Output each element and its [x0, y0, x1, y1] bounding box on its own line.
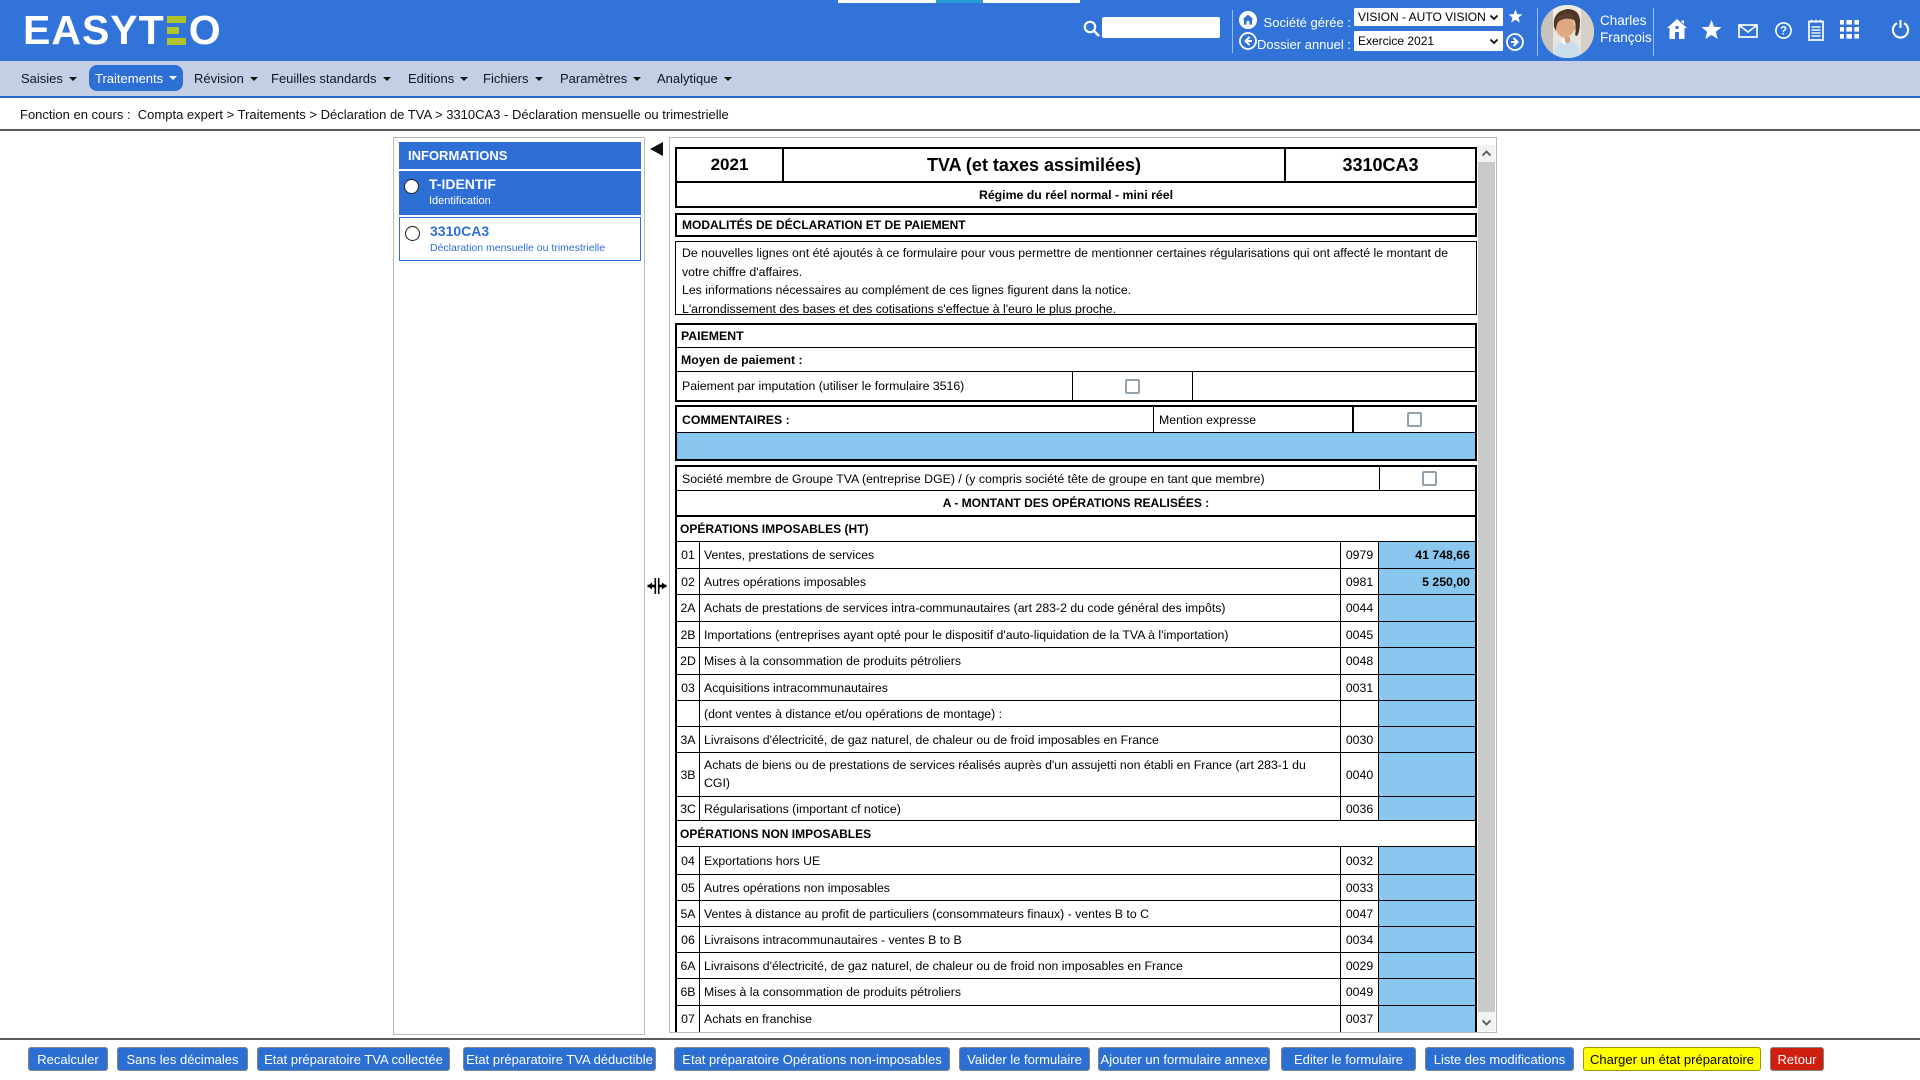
svg-text:?: ?: [1780, 26, 1787, 38]
